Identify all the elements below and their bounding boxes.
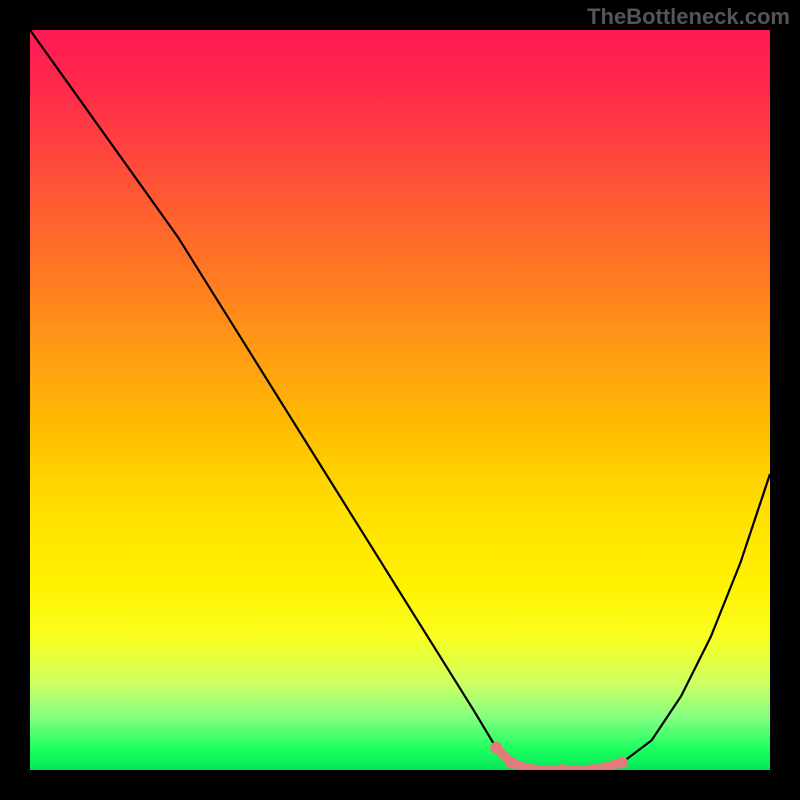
optimal-marker-dot — [490, 742, 502, 754]
chart-svg — [30, 30, 770, 770]
optimal-marker-dot — [616, 757, 628, 769]
optimal-marker-dot — [557, 764, 569, 770]
bottleneck-curve-line — [30, 30, 770, 770]
chart-plot-area — [30, 30, 770, 770]
watermark-text: TheBottleneck.com — [587, 4, 790, 30]
optimal-marker-dot — [505, 757, 517, 769]
optimal-marker-group — [490, 742, 628, 770]
